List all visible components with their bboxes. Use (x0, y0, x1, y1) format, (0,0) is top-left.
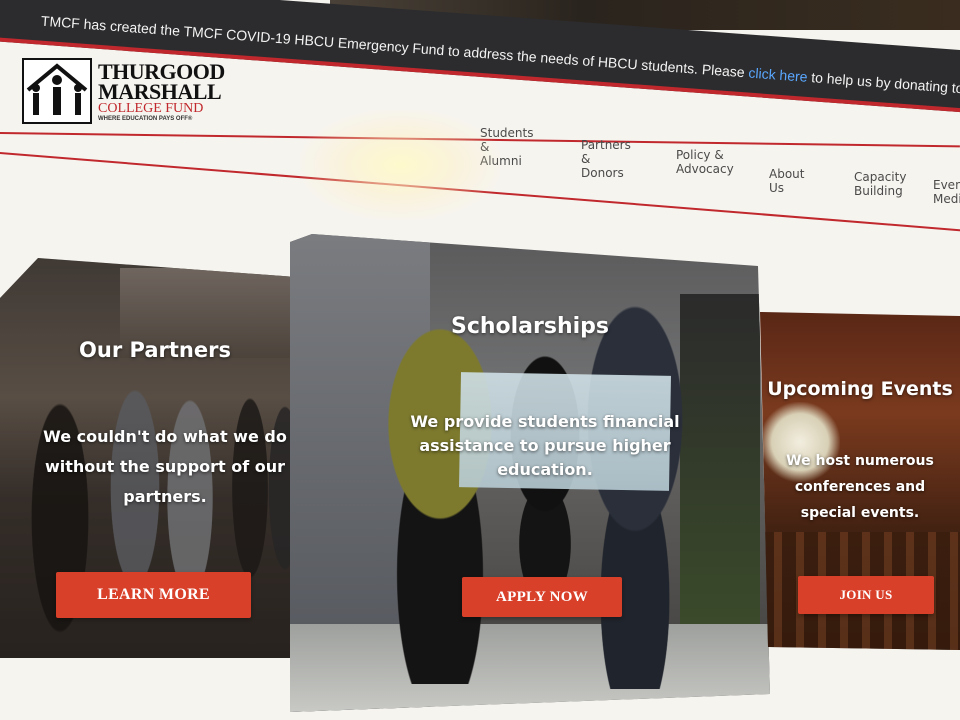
nav-events-line2: Media (933, 192, 960, 206)
banner-text-after: to help us by donating tod (806, 68, 960, 97)
apply-now-button[interactable]: APPLY NOW (462, 577, 622, 617)
logo-tagline: WHERE EDUCATION PAYS OFF® (98, 116, 193, 122)
join-us-button[interactable]: JOIN US (798, 576, 934, 614)
nav-partners-line2: & Donors (581, 152, 624, 180)
card-scholarships: Scholarships We provide students financi… (290, 234, 770, 712)
nav-about-us[interactable]: About Us (769, 167, 804, 195)
nav-capacity-building[interactable]: Capacity Building (854, 170, 906, 198)
card-upcoming-events: Upcoming Events We host numerous confere… (760, 312, 960, 650)
card-scholarships-title: Scholarships (450, 314, 610, 339)
nav-students-alumni[interactable]: Students & Alumni (480, 126, 534, 168)
card-partners-description: We couldn't do what we do without the su… (43, 427, 287, 506)
learn-more-button[interactable]: LEARN MORE (56, 572, 251, 618)
nav-students-line1: Students (480, 126, 534, 140)
nav-policy-advocacy[interactable]: Policy & Advocacy (676, 148, 734, 176)
site-logo[interactable]: THURGOOD MARSHALL COLLEGE FUND WHERE EDU… (22, 58, 225, 138)
banner-donate-link[interactable]: click here (748, 65, 808, 85)
nav-capacity-line2: Building (854, 184, 903, 198)
card-scholarships-description: We provide students financial assistance… (410, 412, 680, 479)
logo-figures-icon (22, 58, 92, 124)
nav-students-line2: & Alumni (480, 140, 522, 168)
card-events-title: Upcoming Events (767, 378, 953, 400)
nav-events-line1: Event (933, 178, 960, 192)
screen-glare (300, 110, 500, 220)
card-our-partners: Our Partners We couldn't do what we do w… (0, 258, 310, 658)
nav-events-media[interactable]: Event Media (933, 178, 960, 206)
nav-about-line1: About Us (769, 167, 805, 195)
logo-line-college-fund: COLLEGE FUND (98, 101, 204, 116)
logo-text: THURGOOD MARSHALL COLLEGE FUND WHERE EDU… (98, 61, 225, 123)
nav-policy-line1: Policy & (676, 148, 724, 162)
nav-partners-line1: Partners (581, 138, 631, 152)
nav-partners-donors[interactable]: Partners & Donors (581, 138, 631, 180)
card-events-description: We host numerous conferences and special… (786, 453, 934, 521)
card-partners-title: Our Partners (79, 338, 231, 362)
logo-line-marshall: MARSHALL (98, 79, 222, 104)
nav-policy-line2: Advocacy (676, 162, 734, 176)
nav-capacity-line1: Capacity (854, 170, 907, 184)
